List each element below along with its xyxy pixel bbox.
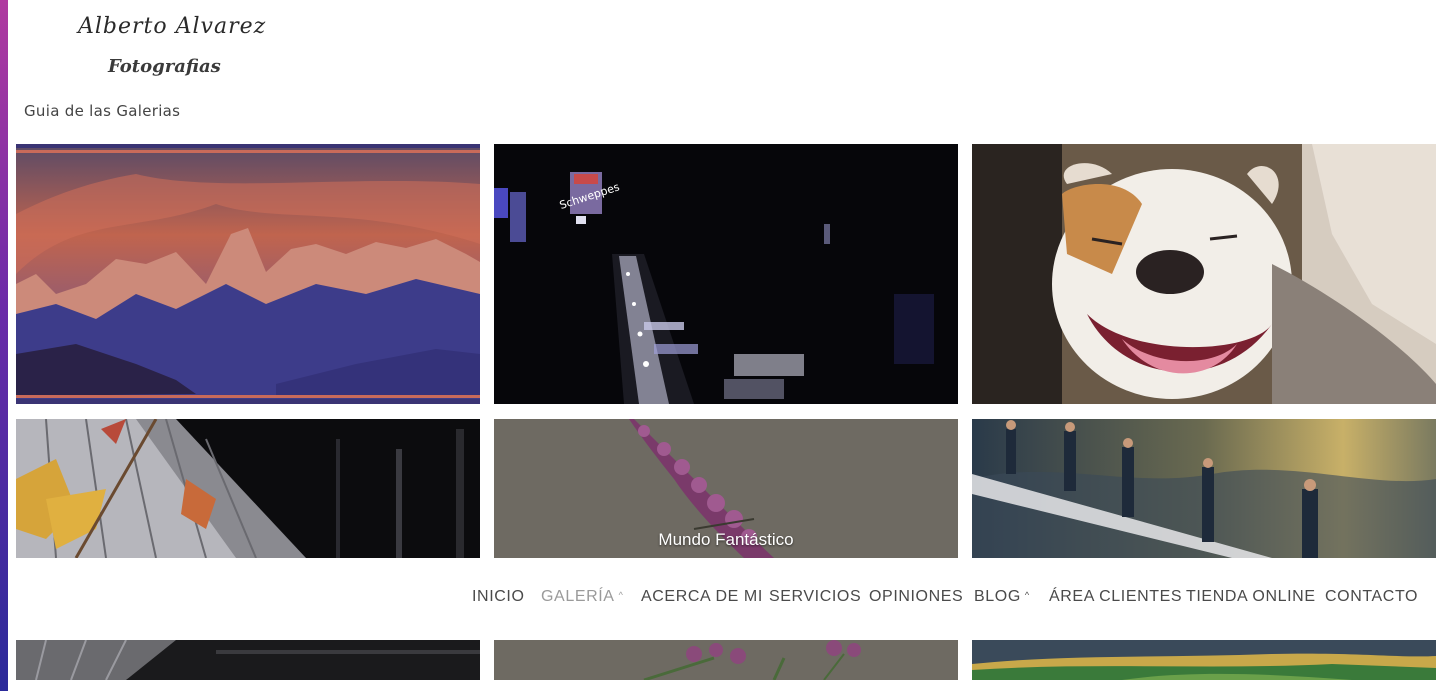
gallery-tile-reflection[interactable]: [16, 640, 480, 680]
chevron-up-icon: ^: [618, 590, 624, 600]
nav-label: TIENDA ONLINE: [1186, 588, 1316, 605]
green-fields-image: [972, 640, 1436, 680]
chevron-up-icon: ^: [1024, 590, 1030, 600]
gallery-tile-window-leaves[interactable]: [16, 419, 480, 558]
bulldog-image: [972, 144, 1436, 404]
gallery-tile-mundo-fantastico[interactable]: Mundo Fantástico: [494, 419, 958, 558]
site-logo[interactable]: Alberto Alvarez Fotografias: [60, 10, 265, 88]
nav-label: GALERÍA: [541, 588, 615, 605]
logo-subtitle: Fotografias: [108, 56, 221, 77]
reflection-image: [16, 640, 480, 680]
nav-label: SERVICIOS: [769, 588, 862, 605]
page: Alberto Alvarez Fotografias Guia de las …: [0, 0, 1440, 691]
mountains-image: [16, 144, 480, 404]
nav-inicio[interactable]: INICIO: [472, 588, 525, 606]
nav-label: BLOG: [974, 588, 1021, 605]
nav-label: CONTACTO: [1325, 588, 1419, 605]
nav-label: ACERCA DE MI: [641, 588, 763, 605]
gallery-tile-surfers[interactable]: [972, 419, 1436, 558]
surfers-image: [972, 419, 1436, 558]
main-navigation: INICIO GALERÍA ^ ACERCA DE MI SERVICIOS O…: [472, 588, 1432, 614]
gallery-tile-bulldog[interactable]: [972, 144, 1436, 404]
flower-second-image: [494, 640, 958, 680]
nav-label: OPINIONES: [869, 588, 964, 605]
nav-blog[interactable]: BLOG ^: [974, 588, 1030, 606]
gallery-tile-flower-2[interactable]: [494, 640, 958, 680]
gallery-tile-fields[interactable]: [972, 640, 1436, 680]
city-night-image: Schweppes: [494, 144, 958, 404]
nav-label: ÁREA CLIENTES: [1049, 588, 1183, 605]
nav-area-clientes[interactable]: ÁREA CLIENTES: [1049, 588, 1182, 606]
gallery-guide-title: Guia de las Galerias: [24, 102, 181, 120]
nav-tienda-online[interactable]: TIENDA ONLINE: [1186, 588, 1316, 606]
logo-script-name: Alberto Alvarez: [78, 14, 267, 39]
nav-label: INICIO: [472, 588, 525, 605]
gallery-tile-city-night[interactable]: Schweppes: [494, 144, 958, 404]
nav-acerca-de-mi[interactable]: ACERCA DE MI: [641, 588, 763, 606]
gallery-tile-mountains[interactable]: [16, 144, 480, 404]
nav-servicios[interactable]: SERVICIOS: [769, 588, 861, 606]
window-leaves-image: [16, 419, 480, 558]
nav-opiniones[interactable]: OPINIONES: [869, 588, 963, 606]
nav-contacto[interactable]: CONTACTO: [1325, 588, 1418, 606]
left-edge-accent: [0, 0, 8, 691]
nav-galeria[interactable]: GALERÍA ^: [541, 588, 623, 606]
tile-caption: Mundo Fantástico: [658, 530, 794, 549]
